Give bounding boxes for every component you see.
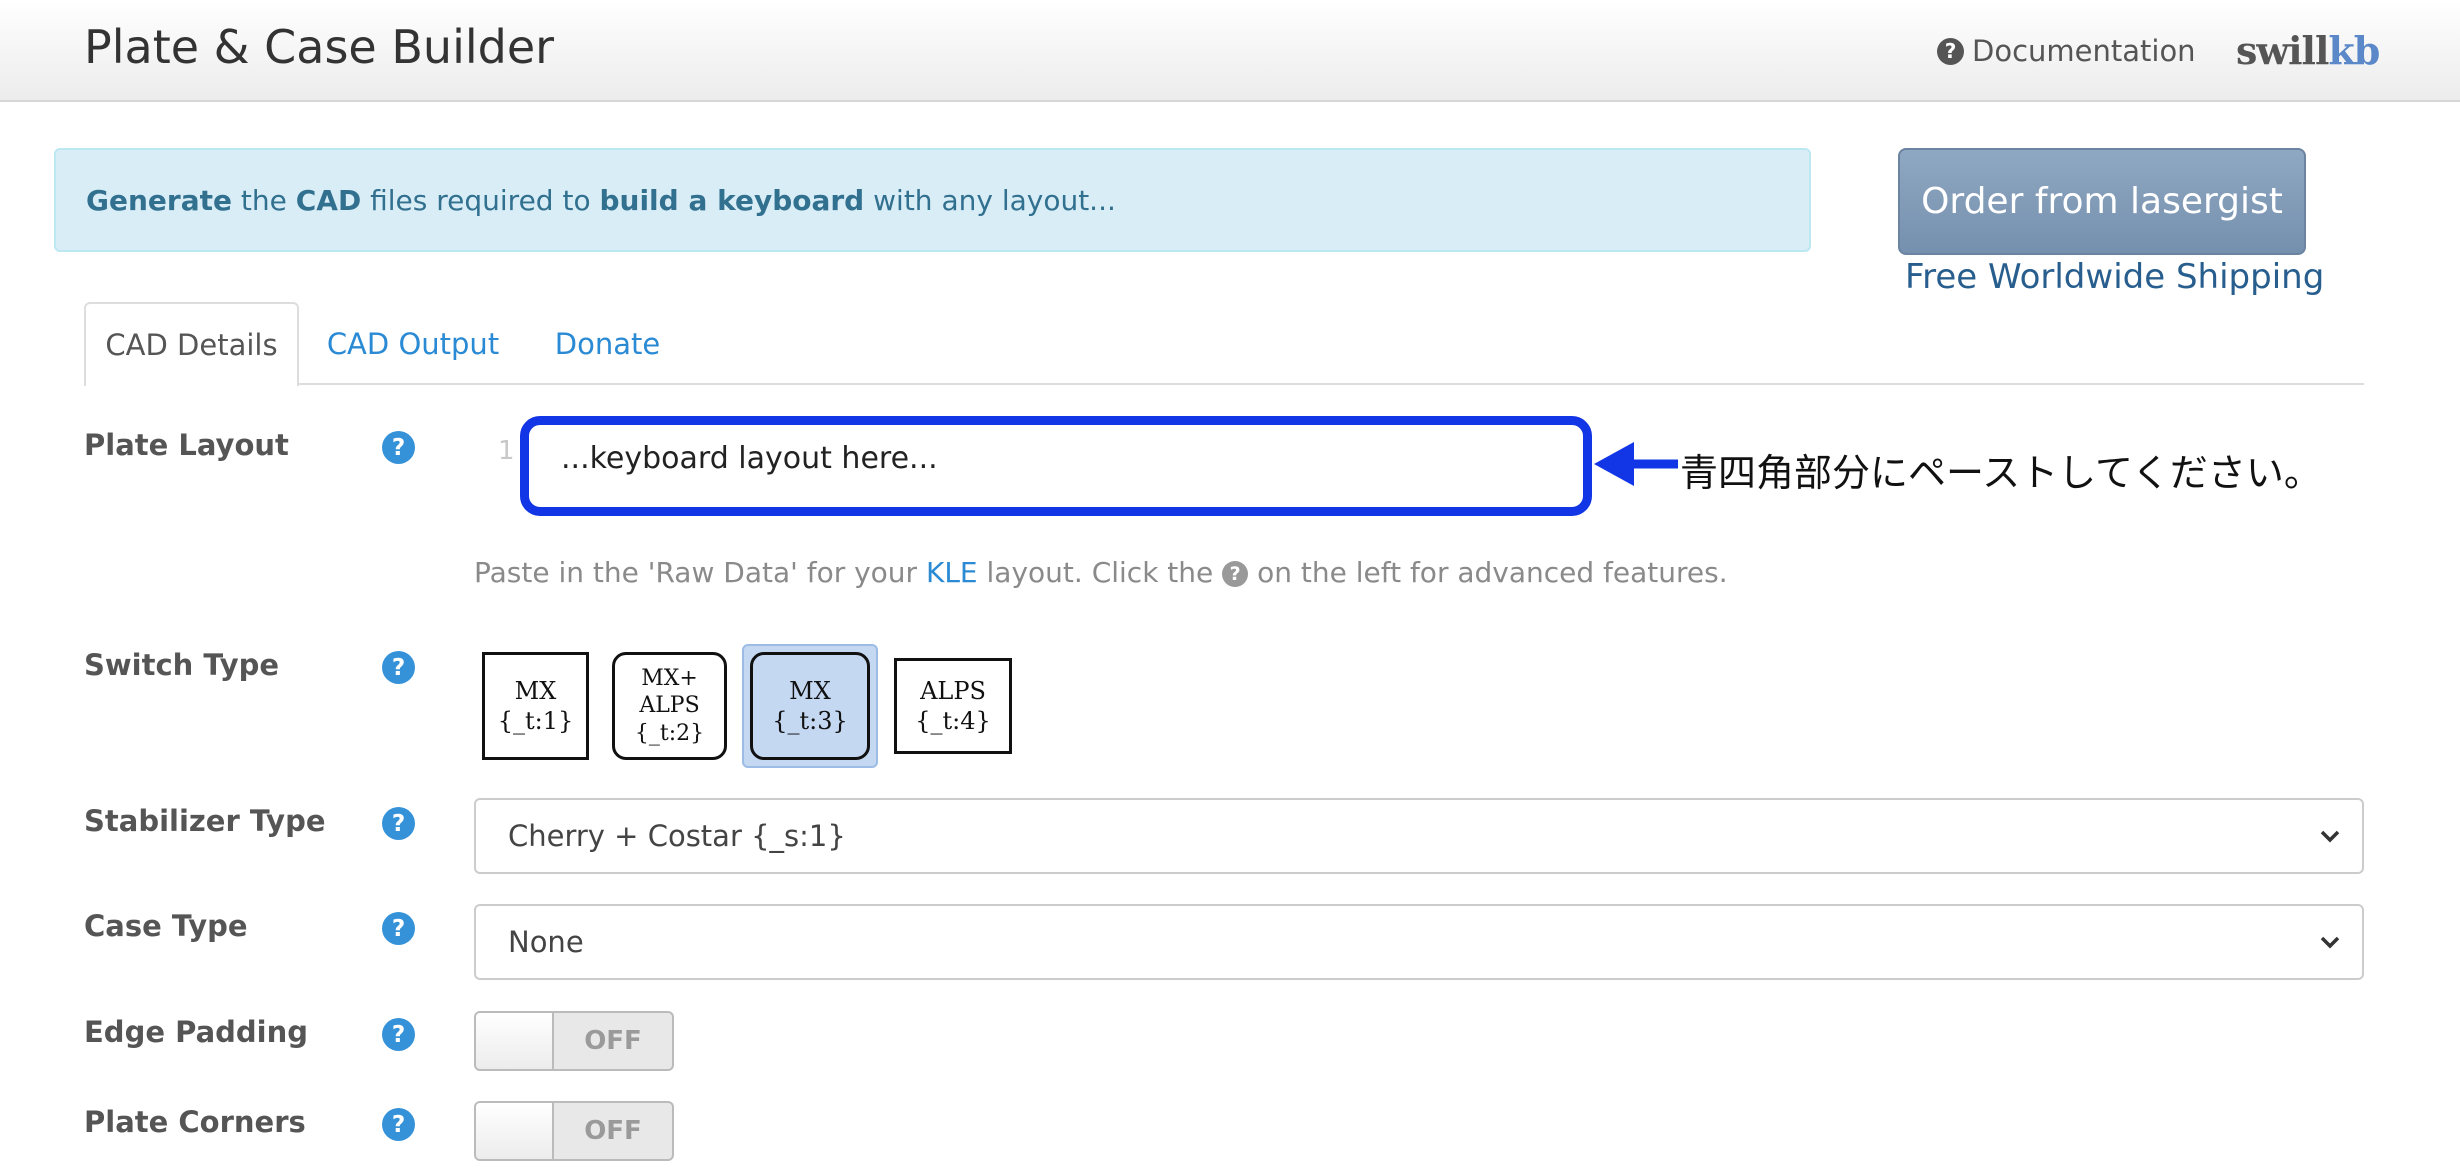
plate-layout-label: Plate Layout — [84, 428, 289, 462]
plate-corners-help-icon[interactable]: ? — [382, 1108, 415, 1141]
switch-option-line: ALPS — [639, 693, 700, 719]
tab-cad-output[interactable]: CAD Output — [318, 302, 508, 385]
edge-padding-help-icon[interactable]: ? — [382, 1018, 415, 1051]
chevron-down-icon — [2320, 936, 2340, 949]
chevron-down-icon — [2320, 830, 2340, 843]
plate-corners-toggle[interactable]: OFF — [474, 1101, 674, 1161]
case-type-label: Case Type — [84, 909, 248, 943]
logo-part-2: kb — [2328, 28, 2380, 73]
alert-word-build: build a keyboard — [599, 183, 865, 217]
alert-text-3: with any layout... — [864, 183, 1116, 217]
case-type-value: None — [508, 925, 584, 959]
switch-option-alps[interactable]: ALPS {_t:4} — [894, 658, 1012, 754]
toggle-knob — [476, 1013, 554, 1069]
switch-type-label: Switch Type — [84, 648, 280, 682]
plate-layout-hint: Paste in the 'Raw Data' for your KLE lay… — [474, 556, 1728, 589]
toggle-knob — [476, 1103, 554, 1159]
case-type-help-icon[interactable]: ? — [382, 912, 415, 945]
plate-layout-help-icon[interactable]: ? — [382, 431, 415, 464]
stabilizer-type-select[interactable]: Cherry + Costar {_s:1} — [474, 798, 2364, 874]
plate-corners-label: Plate Corners — [84, 1105, 306, 1139]
toggle-state: OFF — [584, 1116, 642, 1146]
switch-option-line: MX — [514, 677, 557, 705]
tab-donate[interactable]: Donate — [540, 302, 675, 385]
logo-part-1: swill — [2236, 28, 2329, 73]
switch-type-help-icon[interactable]: ? — [382, 651, 415, 684]
tab-cad-details[interactable]: CAD Details — [84, 302, 299, 386]
stabilizer-type-label: Stabilizer Type — [84, 804, 326, 838]
question-circle-icon: ? — [1937, 37, 1964, 65]
stabilizer-type-help-icon[interactable]: ? — [382, 807, 415, 840]
switch-option-mx-alps[interactable]: MX+ ALPS {_t:2} — [612, 652, 727, 760]
alert-text-1: the — [231, 183, 296, 217]
page-title[interactable]: Plate & Case Builder — [84, 20, 554, 74]
hint-text-1: Paste in the 'Raw Data' for your — [474, 556, 926, 589]
switch-option-line: ALPS — [920, 677, 986, 705]
case-type-select[interactable]: None — [474, 904, 2364, 980]
order-from-lasergist-button[interactable]: Order from lasergist — [1898, 148, 2306, 255]
switch-option-line: {_t:4} — [915, 707, 991, 735]
kle-link[interactable]: KLE — [926, 556, 978, 589]
navbar: Plate & Case Builder ? Documentation swi… — [0, 0, 2460, 102]
switch-option-line: MX+ — [641, 665, 698, 691]
switch-option-line: MX — [789, 677, 831, 705]
plate-layout-textarea[interactable]: ...keyboard layout here... — [520, 416, 1592, 516]
annotation-text: 青四角部分にペーストしてください。 — [1680, 451, 2322, 495]
alert-word-generate: Generate — [86, 183, 232, 217]
documentation-label: Documentation — [1972, 34, 2196, 68]
free-shipping-link[interactable]: Free Worldwide Shipping — [1905, 257, 2324, 297]
hint-text-2: layout. Click the — [977, 556, 1223, 589]
info-alert: Generate the CAD files required to build… — [54, 148, 1811, 252]
documentation-link[interactable]: ? Documentation — [1937, 34, 2196, 68]
switch-option-mx[interactable]: MX {_t:1} — [482, 652, 589, 760]
switch-option-line: {_t:3} — [772, 707, 848, 735]
switch-option-mx-opening[interactable]: MX {_t:3} — [750, 652, 870, 760]
stabilizer-type-value: Cherry + Costar {_s:1} — [508, 819, 846, 853]
edge-padding-toggle[interactable]: OFF — [474, 1011, 674, 1071]
question-circle-icon: ? — [1222, 561, 1249, 587]
toggle-state: OFF — [584, 1026, 642, 1056]
switch-option-line: {_t:2} — [634, 720, 705, 746]
alert-word-cad: CAD — [295, 183, 362, 217]
line-number: 1 — [498, 436, 515, 466]
swillkb-logo[interactable]: swillkb — [2236, 28, 2380, 73]
hint-text-3: on the left for advanced features. — [1248, 556, 1728, 589]
edge-padding-label: Edge Padding — [84, 1015, 308, 1049]
switch-option-line: {_t:1} — [497, 707, 574, 735]
plate-layout-placeholder: ...keyboard layout here... — [561, 441, 938, 476]
annotation-arrow-icon — [1594, 442, 1678, 486]
alert-text-2: files required to — [361, 183, 600, 217]
